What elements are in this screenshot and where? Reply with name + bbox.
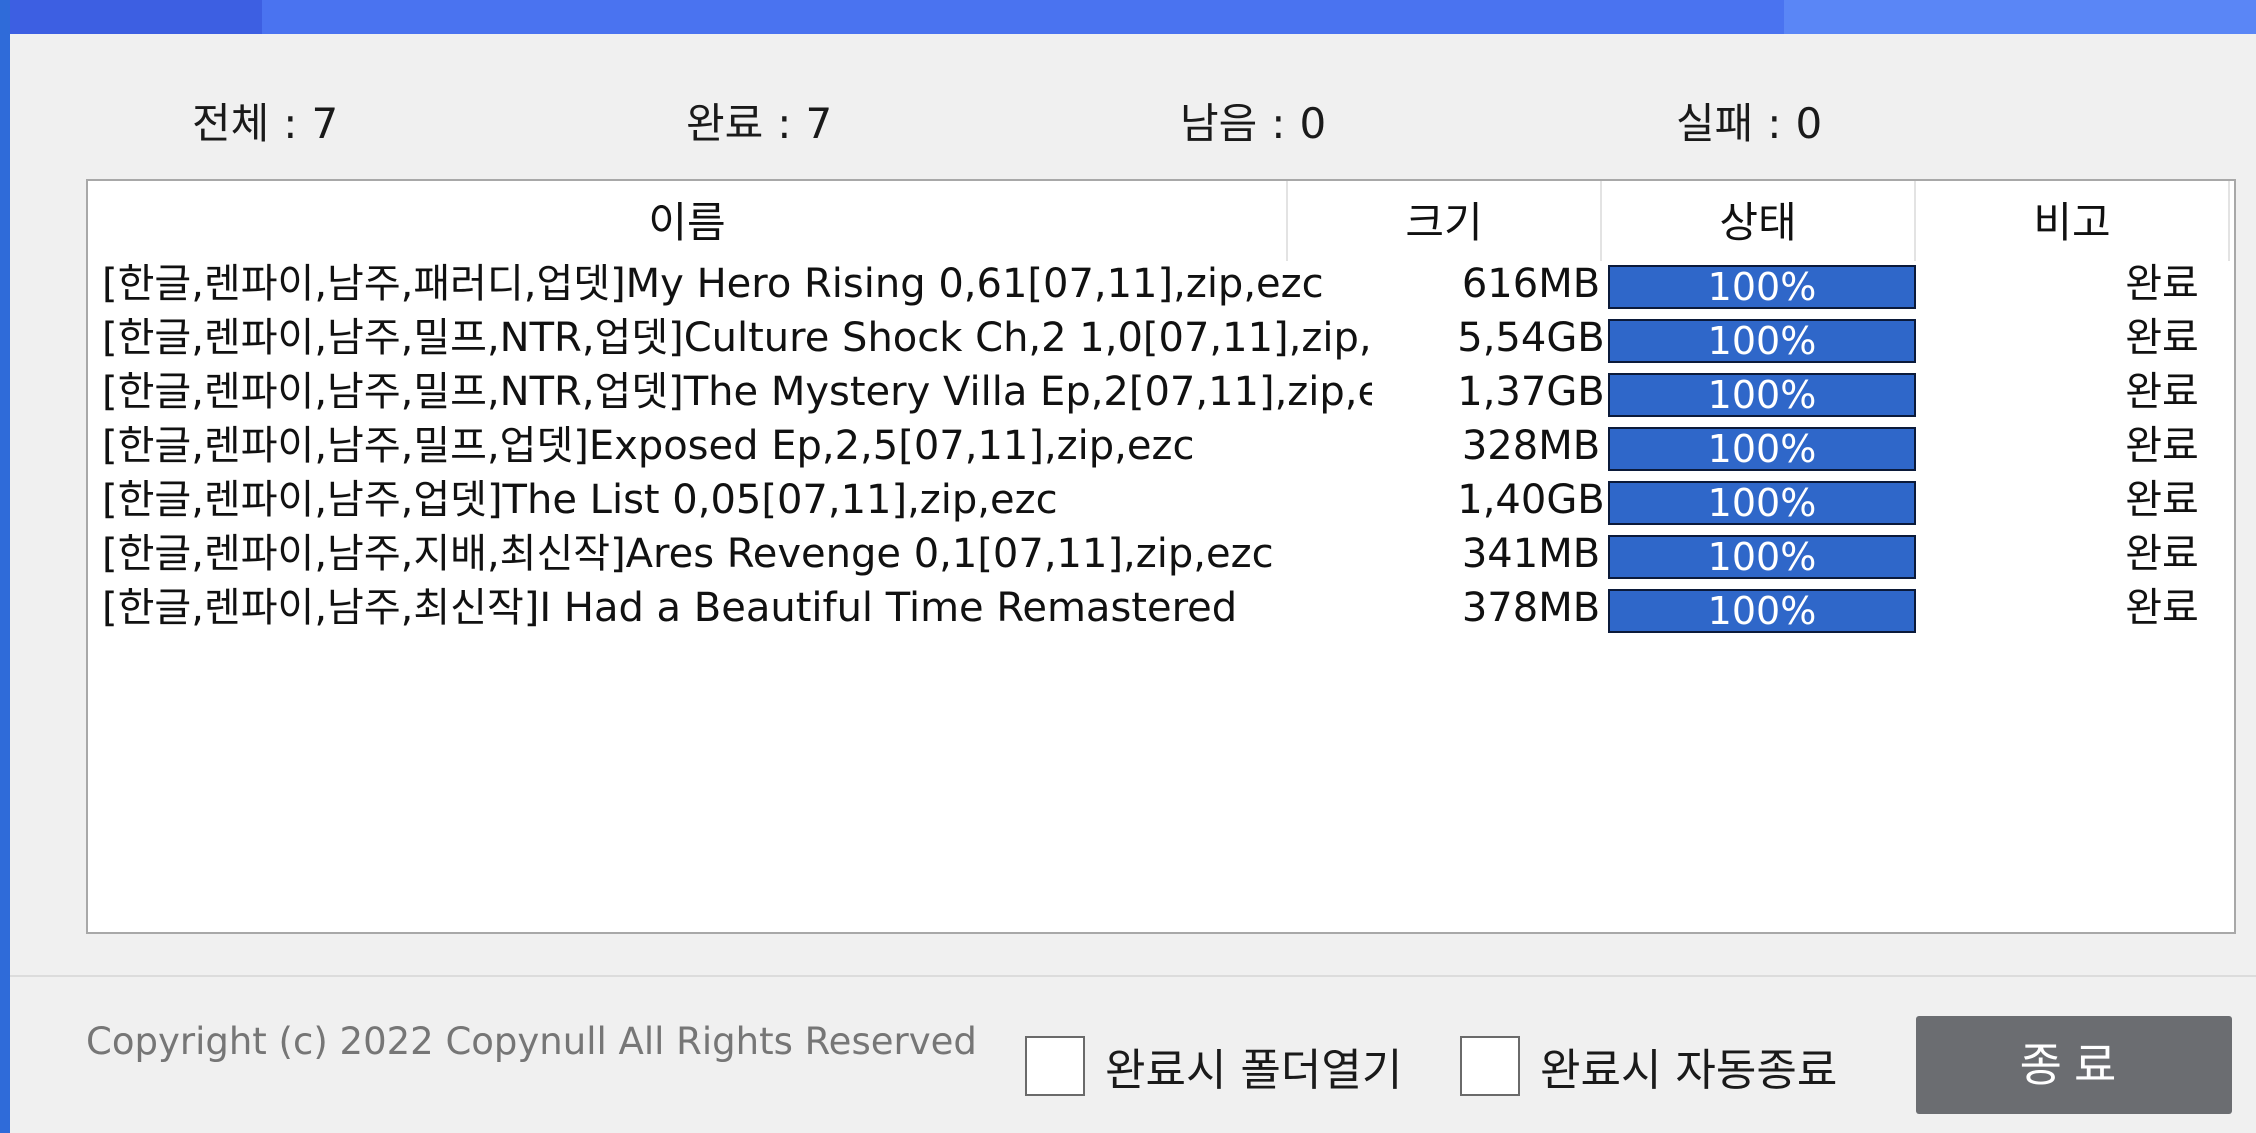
stat-complete: 완료:7 [686, 99, 833, 148]
progress-text: 100% [1707, 319, 1817, 363]
progress-bar: 100% [1608, 319, 1916, 363]
auto-close-label[interactable]: 완료시 자동종료 [1540, 1034, 1837, 1098]
progress-text: 100% [1707, 373, 1817, 417]
open-folder-label[interactable]: 완료시 폴더열기 [1105, 1034, 1402, 1098]
status-note: 완료 [2125, 423, 2199, 469]
list-item[interactable]: [한글,렌파이,남주,밀프,업뎃]Exposed Ep,2,5[07,11],z… [88, 419, 2234, 473]
progress-text: 100% [1707, 535, 1817, 579]
list-header: 이름 크기 상태 비고 [88, 181, 2234, 261]
progress-bar: 100% [1608, 481, 1916, 525]
open-folder-option[interactable]: 완료시 폴더열기 [1025, 1034, 1402, 1098]
file-name: [한글,렌파이,남주,밀프,NTR,업뎃]The Mystery Villa E… [102, 369, 1372, 415]
window-edge [0, 0, 10, 1133]
status-note: 완료 [2125, 531, 2199, 577]
file-name: [한글,렌파이,남주,밀프,업뎃]Exposed Ep,2,5[07,11],z… [102, 423, 1195, 469]
progress-text: 100% [1707, 427, 1817, 471]
column-header-status[interactable]: 상태 [1602, 181, 1916, 261]
list-item[interactable]: [한글,렌파이,남주,업뎃]The List 0,05[07,11],zip,e… [88, 473, 2234, 527]
status-note: 완료 [2125, 477, 2199, 523]
column-header-note[interactable]: 비고 [1916, 181, 2230, 261]
file-name: [한글,렌파이,남주,업뎃]The List 0,05[07,11],zip,e… [102, 477, 1058, 523]
progress-text: 100% [1707, 589, 1817, 633]
copyright-text: Copyright (c) 2022 Copynull All Rights R… [86, 1020, 977, 1063]
status-note: 완료 [2125, 315, 2199, 361]
status-note: 완료 [2125, 585, 2199, 631]
file-name: [한글,렌파이,남주,지배,최신작]Ares Revenge 0,1[07,11… [102, 531, 1274, 577]
stat-failed: 실패:0 [1676, 99, 1823, 148]
progress-bar: 100% [1608, 373, 1916, 417]
progress-bar: 100% [1608, 589, 1916, 633]
list-item[interactable]: [한글,렌파이,남주,패러디,업뎃]My Hero Rising 0,61[07… [88, 257, 2234, 311]
stat-total: 전체:7 [192, 99, 339, 148]
title-bar-segment [1784, 0, 2256, 34]
title-bar-segment [10, 0, 262, 34]
file-name: [한글,렌파이,남주,패러디,업뎃]My Hero Rising 0,61[07… [102, 261, 1324, 307]
file-list[interactable]: 이름 크기 상태 비고 [한글,렌파이,남주,패러디,업뎃]My Hero Ri… [86, 179, 2236, 934]
progress-bar: 100% [1608, 427, 1916, 471]
auto-close-option[interactable]: 완료시 자동종료 [1460, 1034, 1837, 1098]
file-name: [한글,렌파이,남주,밀프,NTR,업뎃]Culture Shock Ch,2 … [102, 315, 1372, 361]
status-note: 완료 [2125, 261, 2199, 307]
column-header-size[interactable]: 크기 [1288, 181, 1602, 261]
list-item[interactable]: [한글,렌파이,남주,지배,최신작]Ares Revenge 0,1[07,11… [88, 527, 2234, 581]
open-folder-checkbox[interactable] [1025, 1036, 1085, 1096]
summary-stats: 전체:7 완료:7 남음:0 실패:0 [0, 90, 2256, 150]
list-rows: [한글,렌파이,남주,패러디,업뎃]My Hero Rising 0,61[07… [88, 257, 2234, 635]
progress-text: 100% [1707, 265, 1817, 309]
file-name: [한글,렌파이,남주,최신작]I Had a Beautiful Time Re… [102, 585, 1238, 631]
footer-divider [10, 975, 2256, 977]
auto-close-checkbox[interactable] [1460, 1036, 1520, 1096]
column-header-name[interactable]: 이름 [88, 181, 1288, 261]
list-item[interactable]: [한글,렌파이,남주,최신작]I Had a Beautiful Time Re… [88, 581, 2234, 635]
progress-text: 100% [1707, 481, 1817, 525]
progress-bar: 100% [1608, 265, 1916, 309]
stat-remaining: 남음:0 [1180, 99, 1327, 148]
list-item[interactable]: [한글,렌파이,남주,밀프,NTR,업뎃]Culture Shock Ch,2 … [88, 311, 2234, 365]
list-item[interactable]: [한글,렌파이,남주,밀프,NTR,업뎃]The Mystery Villa E… [88, 365, 2234, 419]
progress-bar: 100% [1608, 535, 1916, 579]
title-bar[interactable] [10, 0, 2256, 34]
close-button[interactable]: 종료 [1916, 1016, 2232, 1114]
status-note: 완료 [2125, 369, 2199, 415]
